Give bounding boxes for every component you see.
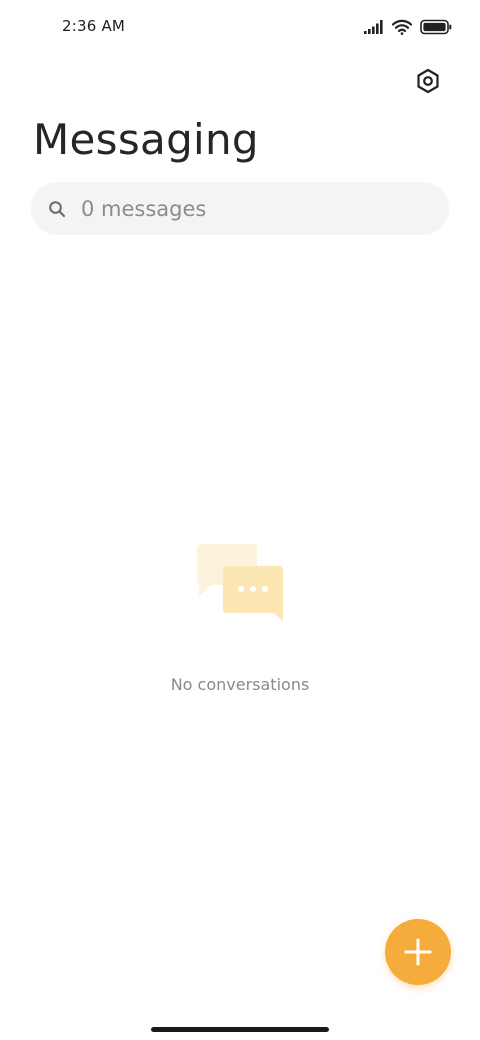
plus-icon [404, 938, 432, 966]
home-indicator[interactable] [151, 1027, 329, 1032]
gear-icon [417, 68, 439, 94]
settings-button[interactable] [410, 63, 446, 99]
status-time: 2:36 AM [62, 17, 126, 35]
empty-state-text: No conversations [170, 675, 310, 694]
search-icon [49, 201, 66, 218]
new-conversation-button[interactable] [385, 919, 451, 985]
chat-bubbles-icon [196, 544, 283, 621]
search-input[interactable] [81, 182, 431, 235]
status-icons [364, 17, 452, 37]
battery-icon [420, 19, 452, 35]
signal-icon [364, 20, 383, 34]
wifi-icon [392, 19, 412, 35]
page-title: Messaging [33, 115, 259, 164]
status-bar: 2:36 AM [0, 0, 480, 52]
messaging-screen: 2:36 AM Messaging 0 messages No conversa… [0, 0, 480, 1040]
search-bar[interactable] [31, 182, 449, 235]
